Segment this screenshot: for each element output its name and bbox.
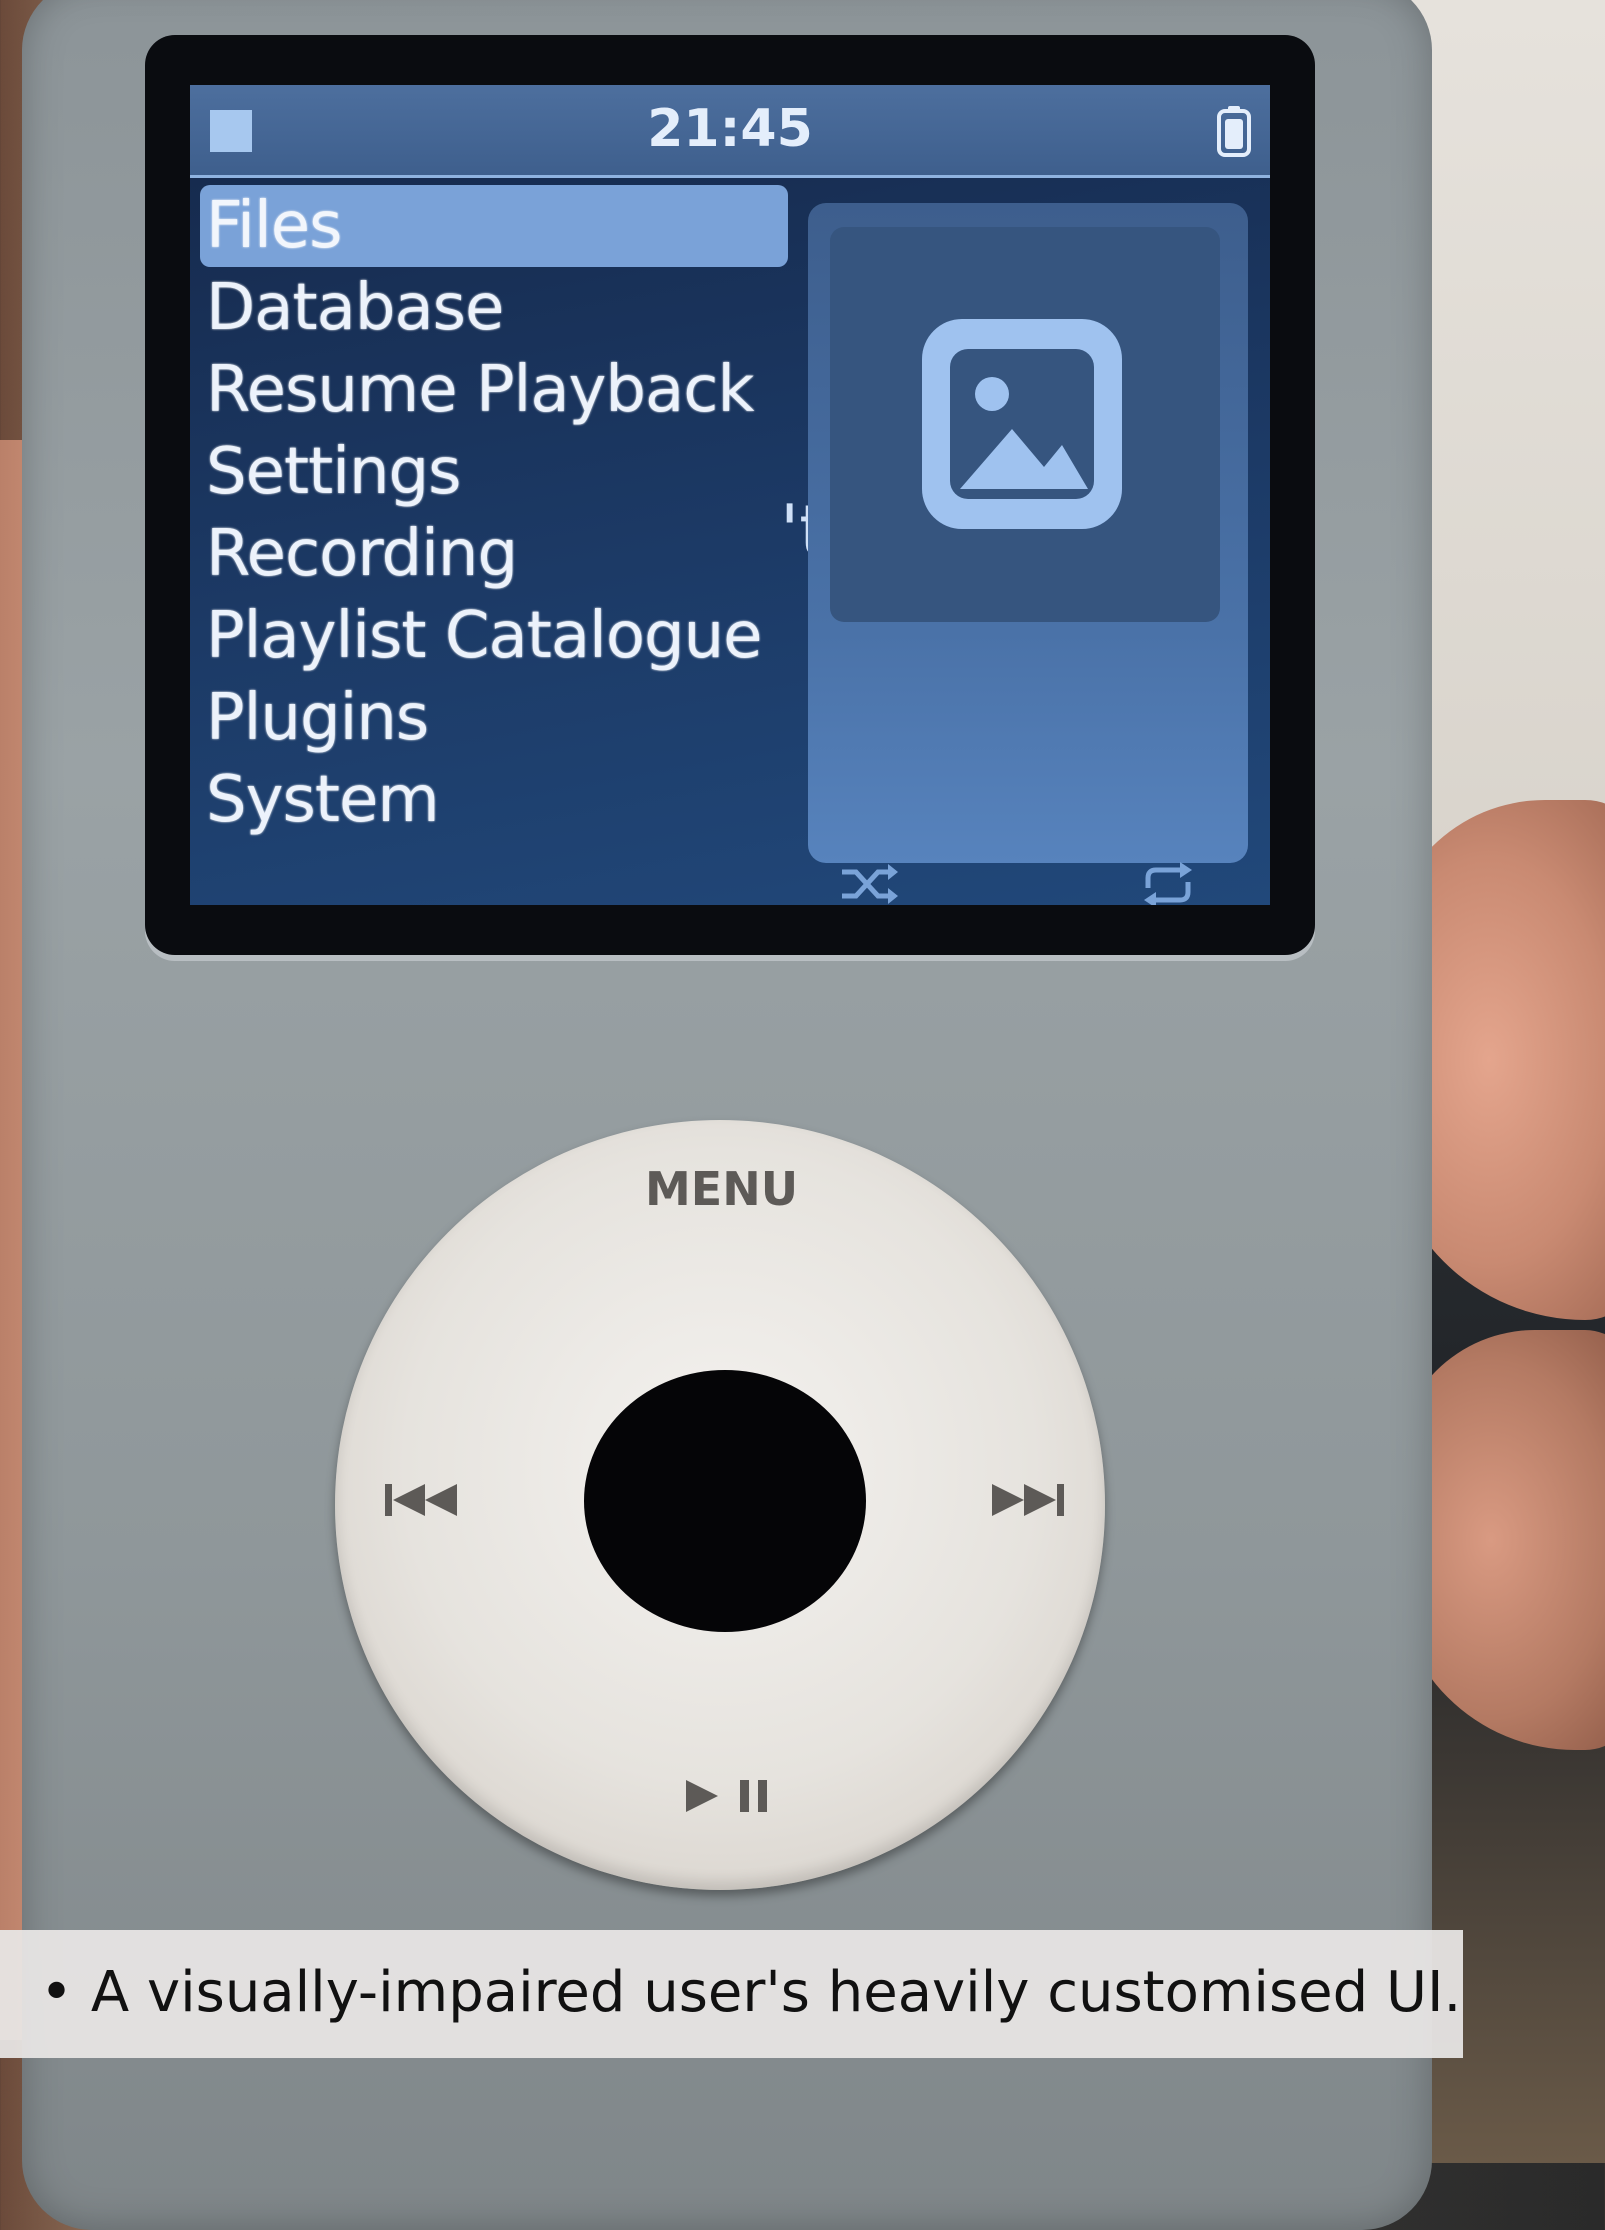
next-track-icon[interactable] xyxy=(990,1482,1066,1518)
menu-item-resume-playback[interactable]: Resume Playback xyxy=(200,349,800,431)
menu-item-system[interactable]: System xyxy=(200,759,800,841)
menu-item-settings[interactable]: Settings xyxy=(200,431,800,513)
play-pause-icon[interactable] xyxy=(684,1778,776,1814)
device-screen: 21:45 Files Database Resume Playback Set… xyxy=(190,85,1270,905)
status-clock: 21:45 xyxy=(647,99,813,159)
caption-text: • A visually-impaired user's heavily cus… xyxy=(40,1960,1462,2025)
now-playing-panel xyxy=(808,203,1248,905)
repeat-icon[interactable] xyxy=(1138,858,1198,905)
album-art xyxy=(830,227,1220,622)
menu-item-files[interactable]: Files xyxy=(200,185,788,267)
shuffle-icon[interactable] xyxy=(838,858,900,905)
menu-item-recording[interactable]: Recording xyxy=(200,513,800,595)
battery-icon xyxy=(1217,106,1251,157)
status-bar: 21:45 xyxy=(190,85,1270,178)
caption-bar: • A visually-impaired user's heavily cus… xyxy=(0,1930,1463,2058)
previous-track-icon[interactable] xyxy=(383,1482,459,1518)
image-placeholder-icon xyxy=(922,319,1122,529)
center-select-button[interactable] xyxy=(584,1370,866,1632)
main-menu: Files Database Resume Playback Settings … xyxy=(200,185,800,841)
menu-item-database[interactable]: Database xyxy=(200,267,800,349)
menu-button[interactable]: MENU xyxy=(645,1162,798,1216)
menu-item-plugins[interactable]: Plugins xyxy=(200,677,800,759)
menu-item-playlist-catalogue[interactable]: Playlist Catalogue xyxy=(200,595,800,677)
